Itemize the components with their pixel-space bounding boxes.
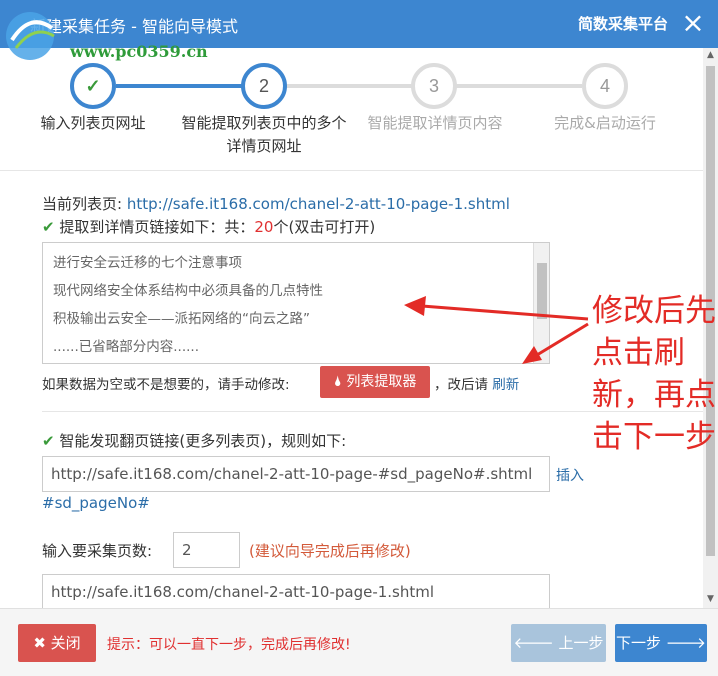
extract-result-count: 20: [254, 218, 274, 236]
close-icon[interactable]: ×: [676, 6, 710, 40]
next-button[interactable]: 下一步 🡒: [615, 624, 707, 662]
current-list-page-url[interactable]: http://safe.it168.com/chanel-2-att-10-pa…: [127, 195, 510, 213]
step-1-check-icon: ✓: [85, 76, 101, 96]
annotation-text: 修改后先点击刷新，再点击下一步: [592, 293, 716, 455]
current-list-page-row: 当前列表页: http://safe.it168.com/chanel-2-at…: [42, 193, 510, 214]
page-count-input[interactable]: 2: [173, 532, 240, 568]
page-token-link[interactable]: #sd_pageNo#: [42, 494, 150, 512]
close-x-icon: ✖: [33, 634, 46, 652]
extract-result-row: ✔ 提取到详情页链接如下：共：20个(双击可打开): [42, 216, 375, 237]
close-button-label: 关闭: [50, 634, 81, 652]
current-list-page-label: 当前列表页:: [42, 195, 123, 213]
step-connector-2: [286, 84, 412, 88]
preview-url-value: http://safe.it168.com/chanel-2-att-10-pa…: [51, 583, 435, 601]
page-count-value: 2: [182, 541, 192, 559]
preview-url-input[interactable]: http://safe.it168.com/chanel-2-att-10-pa…: [42, 574, 550, 608]
detail-link-item[interactable]: 积极输出云安全——派拓网络的“向云之路”: [53, 307, 310, 327]
detail-link-item[interactable]: ......已省略部分内容......: [53, 335, 199, 355]
watermark-url: www.pc0359.cn: [70, 42, 208, 61]
scroll-down-icon[interactable]: ▼: [703, 594, 718, 606]
step-4-circle: 4: [582, 63, 628, 109]
prev-button-label: 上一步: [558, 634, 604, 652]
extract-result-prefix: 提取到详情页链接如下：共：: [59, 218, 255, 236]
pagination-row: ✔ 智能发现翻页链接(更多列表页)，规则如下:: [42, 430, 346, 451]
step-3-label: 智能提取详情页内容: [367, 114, 503, 132]
step-2-label: 智能提取列表页中的多个详情页网址: [181, 114, 347, 155]
arrow-left-icon: 🡐: [513, 634, 554, 652]
detail-links-textarea[interactable]: 进行安全云迁移的七个注意事项 现代网络安全体系结构中必须具备的几点特性 积极输出…: [42, 242, 550, 364]
watermark: www.pc0359.cn: [0, 2, 210, 68]
links-scrollbar-thumb[interactable]: [537, 263, 547, 319]
detail-link-item[interactable]: 进行安全云迁移的七个注意事项: [53, 251, 242, 271]
check-icon: ✔: [42, 218, 55, 236]
step-2-number: 2: [258, 76, 269, 96]
manual-modify-after: ，改后请 刷新: [434, 373, 519, 393]
refresh-link[interactable]: 刷新: [492, 377, 519, 393]
manual-modify-text: 如果数据为空或不是想要的，请手动修改:: [42, 377, 290, 393]
footer-bar: ✖ 关闭 提示：可以一直下一步，完成后再修改! 🡐 上一步 下一步 🡒: [0, 608, 718, 676]
step-4-label: 完成&启动运行: [554, 114, 656, 132]
manual-modify-after-text: ，改后请: [434, 377, 488, 393]
arrow-right-icon: 🡒: [665, 634, 707, 652]
wizard-window: 新建采集任务 - 智能向导模式 简数采集平台 × www.pc0359.cn ✓…: [0, 0, 718, 676]
step-connector-1: [116, 84, 242, 88]
divider: [0, 170, 703, 171]
prev-button[interactable]: 🡐 上一步: [511, 624, 606, 662]
watermark-logo-icon: [6, 12, 55, 60]
step-1-label: 输入列表页网址: [40, 114, 146, 132]
step-3-number: 3: [428, 76, 439, 96]
footer-tip: 提示：可以一直下一步，完成后再修改!: [107, 637, 351, 653]
extract-result-suffix: 个(双击可打开): [273, 218, 376, 236]
links-scrollbar[interactable]: [533, 243, 549, 363]
brand-name: 简数采集平台: [577, 15, 668, 33]
insert-link[interactable]: 插入: [556, 465, 584, 485]
detail-link-item[interactable]: 现代网络安全体系结构中必须具备的几点特性: [53, 279, 323, 299]
drop-icon: 🌢: [333, 374, 342, 390]
close-button[interactable]: ✖ 关闭: [18, 624, 96, 662]
list-extractor-label: 列表提取器: [346, 374, 417, 390]
list-extractor-button[interactable]: 🌢 列表提取器: [320, 366, 430, 398]
next-button-label: 下一步: [615, 634, 661, 652]
step-2-circle: 2: [241, 63, 287, 109]
page-count-label: 输入要采集页数:: [42, 542, 153, 560]
step-4-number: 4: [599, 76, 610, 96]
step-connector-3: [456, 84, 582, 88]
page-count-hint: (建议向导完成后再修改): [249, 542, 411, 560]
pagination-rule-value: http://safe.it168.com/chanel-2-att-10-pa…: [51, 465, 533, 483]
check-icon: ✔: [42, 432, 55, 450]
scroll-up-icon[interactable]: ▲: [703, 50, 718, 62]
pagination-rule-input[interactable]: http://safe.it168.com/chanel-2-att-10-pa…: [42, 456, 550, 492]
step-1-circle: ✓: [70, 63, 116, 109]
pagination-label: 智能发现翻页链接(更多列表页)，规则如下:: [59, 432, 347, 450]
step-3-circle: 3: [411, 63, 457, 109]
